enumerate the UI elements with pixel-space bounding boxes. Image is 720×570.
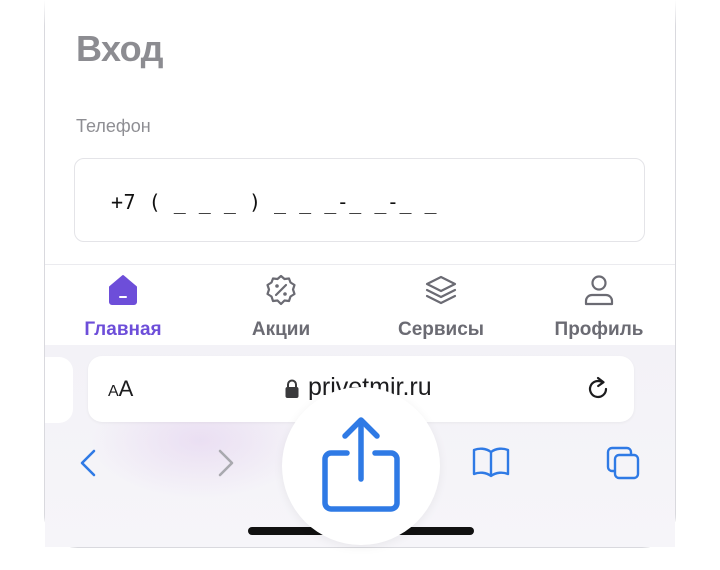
person-icon: [584, 275, 614, 306]
page-title: Вход: [76, 28, 164, 69]
share-icon[interactable]: [315, 415, 407, 515]
reload-icon[interactable]: [584, 375, 612, 403]
lock-icon: [285, 379, 299, 398]
forward-icon: [218, 449, 234, 477]
share-button-highlight[interactable]: [282, 387, 440, 545]
tab-services-label: Сервисы: [397, 319, 485, 340]
phone-input[interactable]: +7 ( _ _ _ ) _ _ _-_ _-_ _: [74, 158, 645, 242]
tab-profile[interactable]: Профиль: [539, 265, 659, 345]
tab-services[interactable]: Сервисы: [381, 265, 501, 345]
home-icon: [109, 275, 137, 305]
tab-profile-label: Профиль: [554, 319, 644, 340]
top-fade: [0, 0, 720, 26]
tab-promotions[interactable]: Акции: [221, 265, 341, 345]
discount-badge-icon: [266, 274, 296, 306]
previous-tab-preview[interactable]: [45, 357, 73, 423]
layers-icon: [425, 275, 457, 305]
bottom-tab-bar: Главная Акции Сервисы Профиль: [45, 264, 675, 344]
tabs-icon[interactable]: [604, 444, 644, 482]
bookmarks-icon[interactable]: [470, 446, 512, 478]
back-icon[interactable]: [76, 448, 100, 478]
tab-home-label: Главная: [84, 319, 162, 340]
phone-input-mask: +7 ( _ _ _ ) _ _ _-_ _-_ _: [111, 190, 438, 214]
tab-promotions-label: Акции: [251, 319, 311, 340]
tab-home[interactable]: Главная: [63, 265, 183, 345]
text-size-button[interactable]: AA: [108, 376, 133, 402]
phone-label: Телефон: [76, 116, 151, 136]
